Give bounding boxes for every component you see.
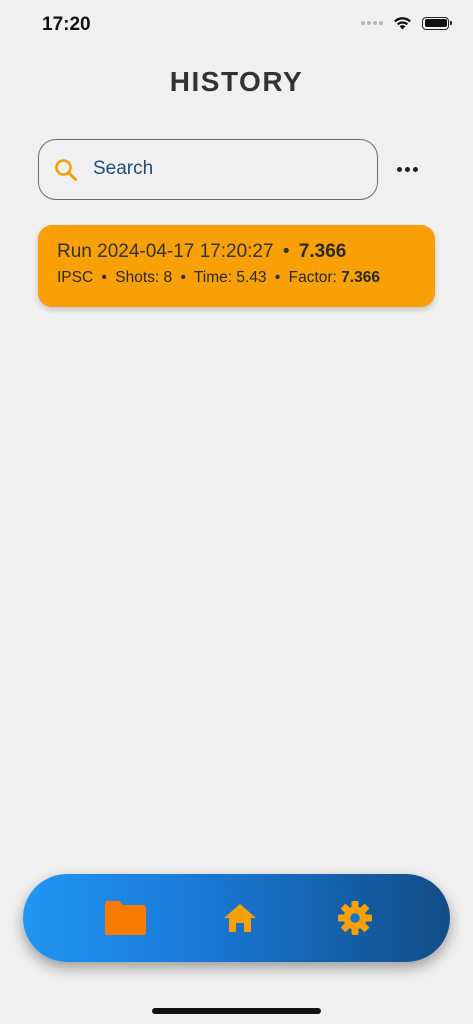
history-item[interactable]: Run 2024-04-17 17:20:27 • 7.366 IPSC • S… (38, 225, 435, 307)
separator: • (282, 241, 290, 262)
nav-history-tab[interactable] (85, 874, 165, 962)
more-dots-icon (396, 166, 402, 172)
division-label: IPSC (57, 269, 94, 286)
nav-settings-tab[interactable] (315, 874, 395, 962)
history-item-title: Run 2024-04-17 17:20:27 • 7.366 (57, 241, 417, 263)
cellular-signal-icon (361, 21, 383, 25)
wifi-icon (394, 17, 411, 30)
nav-home-tab[interactable] (200, 874, 280, 962)
factor-label: Factor: (288, 269, 337, 286)
time-label: Time: 5.43 (193, 269, 267, 286)
shots-label: Shots: 8 (115, 269, 173, 286)
more-options-button[interactable] (390, 154, 424, 184)
home-icon (224, 904, 256, 932)
gear-icon (338, 901, 372, 935)
run-score: 7.366 (298, 241, 347, 262)
status-bar: 17:20 (0, 0, 473, 52)
run-label: Run 2024-04-17 17:20:27 (57, 241, 274, 262)
search-input[interactable] (93, 152, 363, 186)
folder-icon (105, 901, 146, 935)
search-icon (55, 159, 77, 181)
home-indicator (152, 1008, 321, 1014)
search-bar[interactable] (38, 139, 378, 200)
status-icons (361, 16, 452, 30)
page-title: HISTORY (169, 66, 304, 97)
status-time: 17:20 (42, 14, 91, 35)
battery-icon (422, 16, 452, 30)
history-screen: 17:20 HISTORY Run (0, 0, 473, 1024)
bottom-nav-bar (23, 874, 450, 962)
factor-value: 7.366 (341, 269, 380, 286)
history-item-details: IPSC • Shots: 8 • Time: 5.43 • Factor: 7… (57, 269, 380, 286)
